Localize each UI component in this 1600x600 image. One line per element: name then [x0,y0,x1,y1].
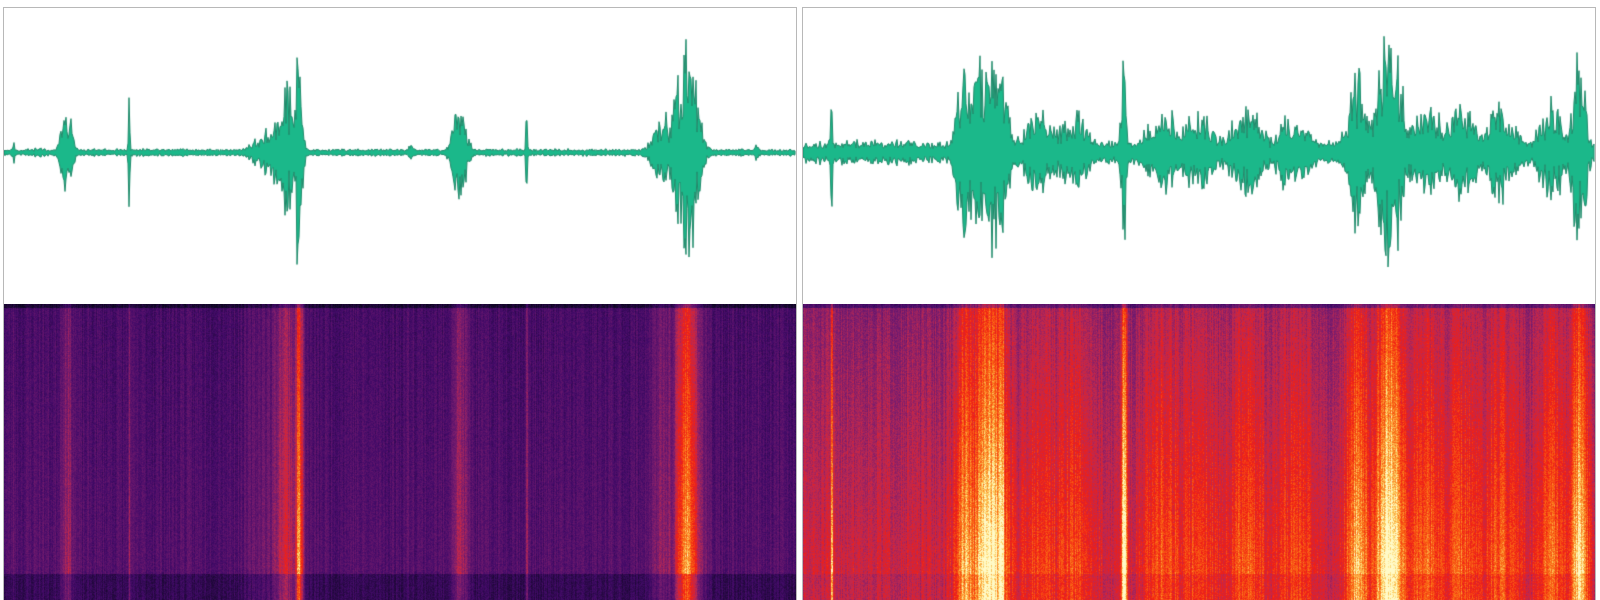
spectrogram-plot [4,304,796,600]
audio-panel-right [802,7,1596,600]
audio-panel-left [3,7,797,600]
spectrogram-plot [803,304,1595,600]
waveform-plot [803,8,1595,303]
waveform-plot [4,8,796,303]
